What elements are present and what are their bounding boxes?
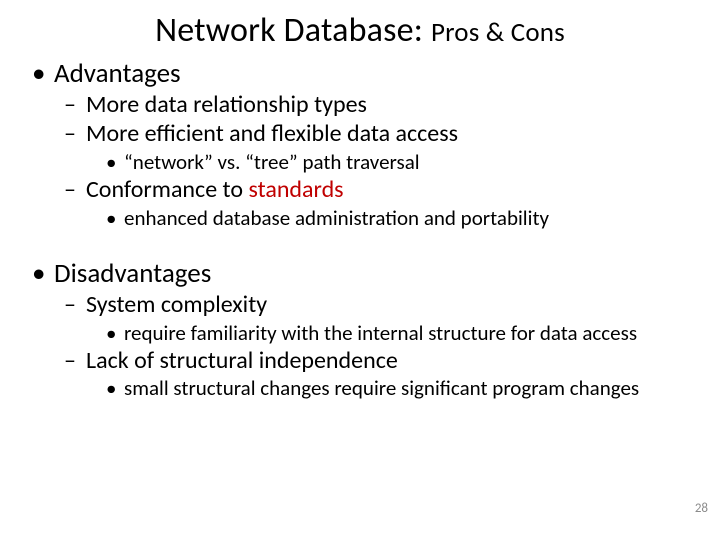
disadvantages-heading: Disadvantages (30, 258, 678, 289)
adv-item-1: More data relationship types (30, 91, 678, 119)
adv-item-3: Conformance to standards (30, 176, 678, 204)
title-main: Network Database: (155, 10, 423, 51)
section-gap (30, 232, 678, 258)
dis-item-1: System complexity (30, 291, 678, 319)
adv-item-3-emph: standards (248, 175, 343, 204)
adv-item-2-sub: “network” vs. “tree” path traversal (30, 150, 678, 176)
dis-item-2: Lack of structural independence (30, 347, 678, 375)
page-number: 28 (695, 501, 708, 516)
advantages-heading: Advantages (30, 58, 678, 89)
slide-title: Network Database: Pros & Cons (0, 10, 720, 51)
dis-item-1-sub: require familiarity with the internal st… (30, 321, 678, 347)
adv-item-2: More efficient and flexible data access (30, 120, 678, 148)
slide-body: Advantages More data relationship types … (30, 58, 678, 403)
adv-item-3-pre: Conformance to (86, 175, 248, 204)
dis-item-2-sub: small structural changes require signifi… (30, 376, 678, 402)
slide: Network Database: Pros & Cons Advantages… (0, 0, 720, 540)
title-sub: Pros & Cons (431, 16, 565, 49)
adv-item-3-sub: enhanced database administration and por… (30, 206, 678, 232)
